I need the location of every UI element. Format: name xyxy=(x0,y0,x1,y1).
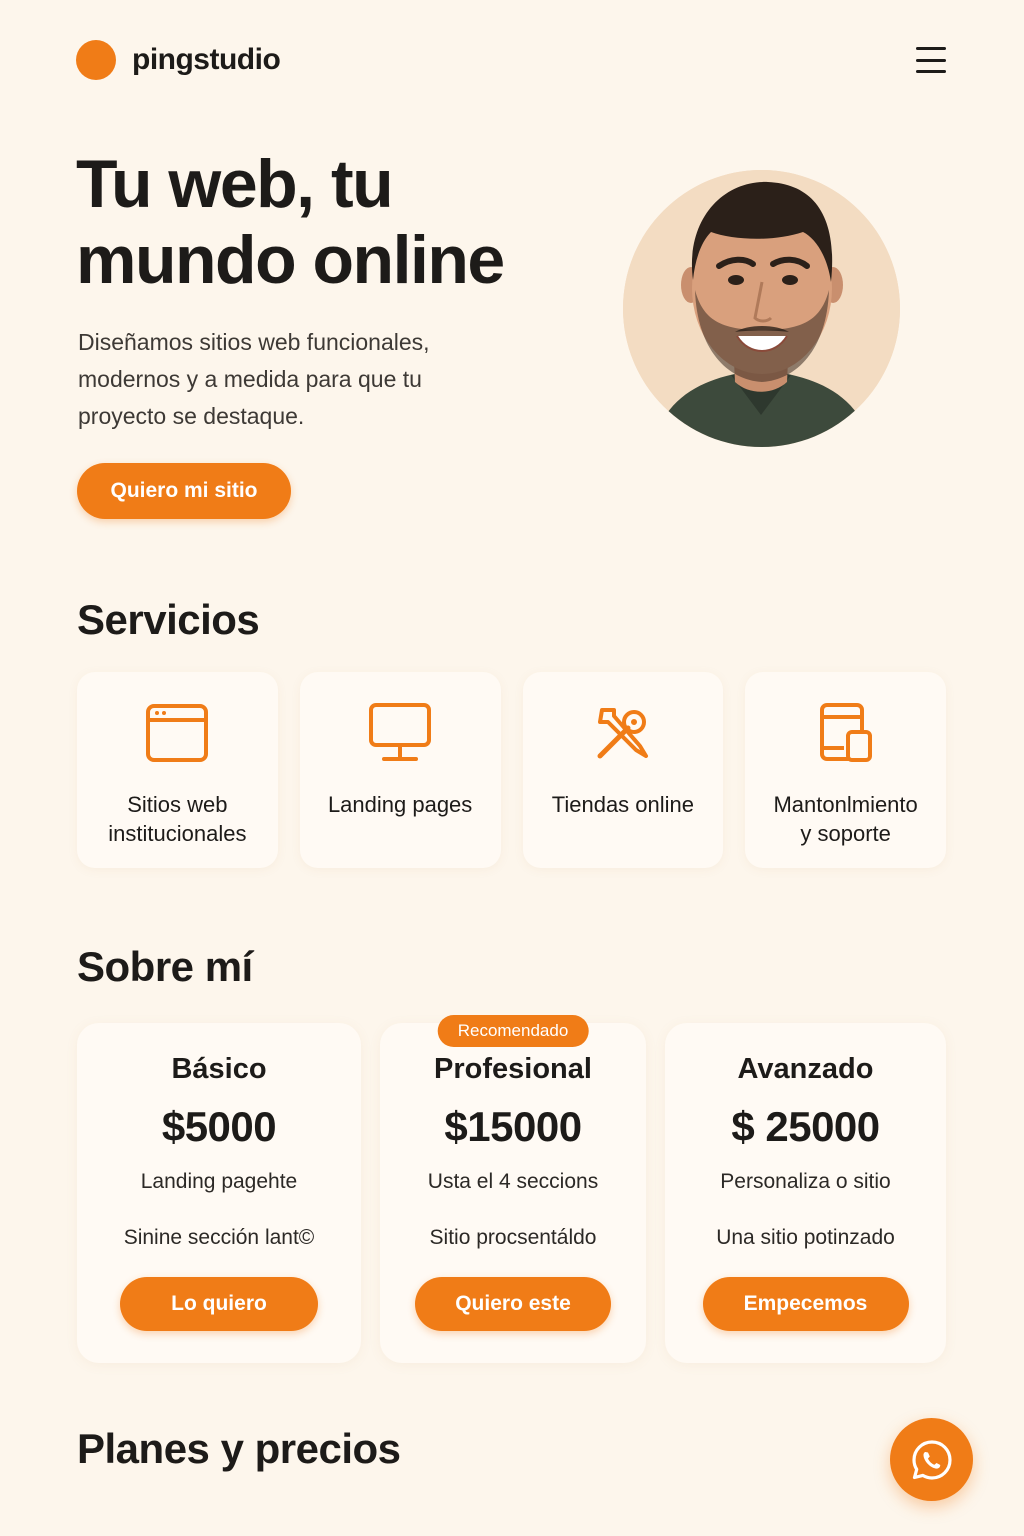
plan-card-advanced: Avanzado $ 25000 Personaliza o sitio Una… xyxy=(665,1023,946,1363)
plan-name: Avanzado xyxy=(737,1053,874,1085)
plan-card-basic: Básico $5000 Landing pagehte Sinine secc… xyxy=(77,1023,361,1363)
service-label: Mantonlmiento y soporte xyxy=(759,790,931,848)
hero-cta-button[interactable]: Quiero mi sitio xyxy=(77,463,291,519)
devices-icon xyxy=(813,700,879,766)
service-label-line2: institucionales xyxy=(108,821,247,846)
service-card-stores[interactable]: Tiendas online xyxy=(522,672,724,868)
plan-feature: Sinine sección lant© xyxy=(123,1226,315,1249)
monitor-icon xyxy=(367,700,433,766)
service-label-line1: Mantonlmiento xyxy=(773,792,918,817)
plan-feature: Una sitio potinzado xyxy=(716,1226,895,1249)
logo-dot-icon xyxy=(76,40,116,80)
profile-portrait xyxy=(623,170,900,447)
plan-advanced-button[interactable]: Empecemos xyxy=(702,1277,909,1331)
brand-logo[interactable]: pingstudio xyxy=(76,40,281,80)
services-grid: Sitios web institucionales Landing pages xyxy=(77,672,946,868)
whatsapp-icon xyxy=(911,1439,952,1480)
plan-price: $15000 xyxy=(444,1103,582,1150)
browser-window-icon xyxy=(144,700,210,766)
whatsapp-button[interactable] xyxy=(890,1418,973,1501)
service-card-landing[interactable]: Landing pages xyxy=(299,672,501,868)
service-label-line2: y soporte xyxy=(800,821,891,846)
plan-feature: Landing pagehte xyxy=(140,1170,298,1193)
plan-name: Básico xyxy=(171,1053,267,1085)
services-title: Servicios xyxy=(77,596,260,643)
tools-icon xyxy=(590,700,656,766)
plan-price: $5000 xyxy=(161,1103,277,1150)
plan-card-professional: Recomendado Profesional $15000 Usta el 4… xyxy=(380,1015,646,1363)
service-label-line1: Tiendas online xyxy=(551,792,695,817)
about-title: Sobre mí xyxy=(77,943,253,990)
plans-grid: Básico $5000 Landing pagehte Sinine secc… xyxy=(77,1015,946,1363)
plan-feature: Personaliza o sitio xyxy=(720,1170,891,1193)
hamburger-menu-icon[interactable] xyxy=(914,45,948,75)
plan-price: $ 25000 xyxy=(731,1103,880,1150)
site-header: pingstudio xyxy=(76,38,948,82)
service-label: Sitios web institucionales xyxy=(94,790,260,848)
hero-subtitle: Diseñamos sitios web funcionales, modern… xyxy=(78,324,498,435)
service-card-maintenance[interactable]: Mantonlmiento y soporte xyxy=(745,672,946,868)
plan-basic-button[interactable]: Lo quiero xyxy=(120,1277,318,1331)
service-label-line1: Landing pages xyxy=(327,792,473,817)
plan-feature: Sitio procsentáldo xyxy=(429,1226,597,1249)
hero-subtitle-line2: modernos y a medida para que tu xyxy=(78,366,422,392)
hero-title-line2: mundo online xyxy=(76,222,505,298)
plan-feature: Usta el 4 seccions xyxy=(427,1170,599,1193)
plan-professional-button[interactable]: Quiero este xyxy=(415,1277,611,1331)
service-card-institutional[interactable]: Sitios web institucionales xyxy=(77,672,278,868)
hero-title-line1: Tu web, tu xyxy=(76,146,394,222)
hero-title: Tu web, tu mundo online xyxy=(76,146,596,298)
service-label: Landing pages xyxy=(314,790,486,819)
hero-subtitle-line3: proyecto se destaque. xyxy=(78,403,305,429)
portrait-illustration xyxy=(623,170,900,447)
hero-subtitle-line1: Diseñamos sitios web funcionales, xyxy=(78,329,430,355)
service-label: Tiendas online xyxy=(538,790,708,819)
service-label-line1: Sitios web xyxy=(127,792,228,817)
recommended-badge: Recomendado xyxy=(437,1015,589,1047)
brand-name: pingstudio xyxy=(132,43,281,76)
pricing-title: Planes y precios xyxy=(77,1425,401,1472)
plan-name: Profesional xyxy=(434,1053,592,1085)
